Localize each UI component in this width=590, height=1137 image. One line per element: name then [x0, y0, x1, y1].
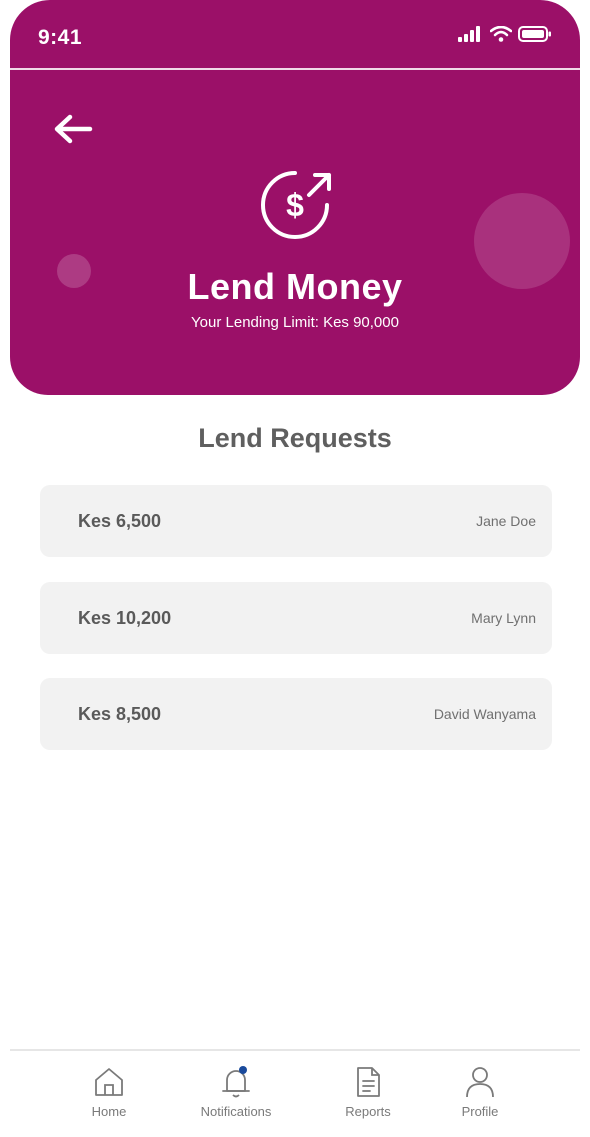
nav-item-reports[interactable]: Reports: [308, 1065, 428, 1119]
user-icon: [466, 1067, 494, 1098]
request-amount: Kes 8,500: [78, 704, 162, 724]
nav-label-profile: Profile: [461, 1104, 499, 1119]
battery-icon: [518, 26, 551, 42]
cellular-signal-icon: [458, 26, 480, 42]
phone-screen: 9:41 $ Lend Money Your Lending Limit: Ke…: [10, 0, 580, 1135]
nav-label-home: Home: [91, 1104, 127, 1119]
header-panel: 9:41 $ Lend Money Your Lending Limit: Ke…: [10, 0, 580, 395]
dollar-transfer-icon: $: [261, 171, 331, 239]
lending-limit-text: Your Lending Limit: Kes 90,000: [191, 314, 399, 331]
status-bar: 9:41: [10, 0, 580, 70]
request-amount: Kes 10,200: [78, 608, 172, 628]
back-button[interactable]: [50, 112, 94, 146]
status-icons: [458, 26, 552, 42]
nav-label-notifications: Notifications: [200, 1104, 272, 1119]
svg-text:$: $: [286, 187, 304, 223]
requester-name: Mary Lynn: [471, 610, 536, 626]
arrow-left-icon: [54, 114, 93, 144]
nav-item-notifications[interactable]: Notifications: [176, 1065, 296, 1119]
bottom-navigation: Home Notifications Reports Profile: [10, 1049, 580, 1137]
document-icon: [357, 1067, 380, 1097]
notification-badge: [239, 1066, 247, 1074]
page-title: Lend Money: [187, 266, 403, 307]
nav-item-home[interactable]: Home: [49, 1065, 169, 1119]
lend-request-card[interactable]: Kes 6,500 Jane Doe: [40, 485, 552, 557]
lend-request-card[interactable]: Kes 10,200 Mary Lynn: [40, 582, 552, 654]
lend-request-card[interactable]: Kes 8,500 David Wanyama: [40, 678, 552, 750]
request-amount: Kes 6,500: [78, 511, 162, 531]
bell-icon: [222, 1066, 250, 1098]
nav-item-profile[interactable]: Profile: [420, 1065, 540, 1119]
wifi-icon: [490, 26, 512, 42]
section-title: Lend Requests: [198, 423, 392, 453]
status-time: 9:41: [38, 26, 83, 49]
nav-label-reports: Reports: [345, 1104, 391, 1119]
requester-name: Jane Doe: [476, 513, 536, 529]
requester-name: David Wanyama: [433, 706, 536, 722]
home-icon: [95, 1068, 123, 1096]
